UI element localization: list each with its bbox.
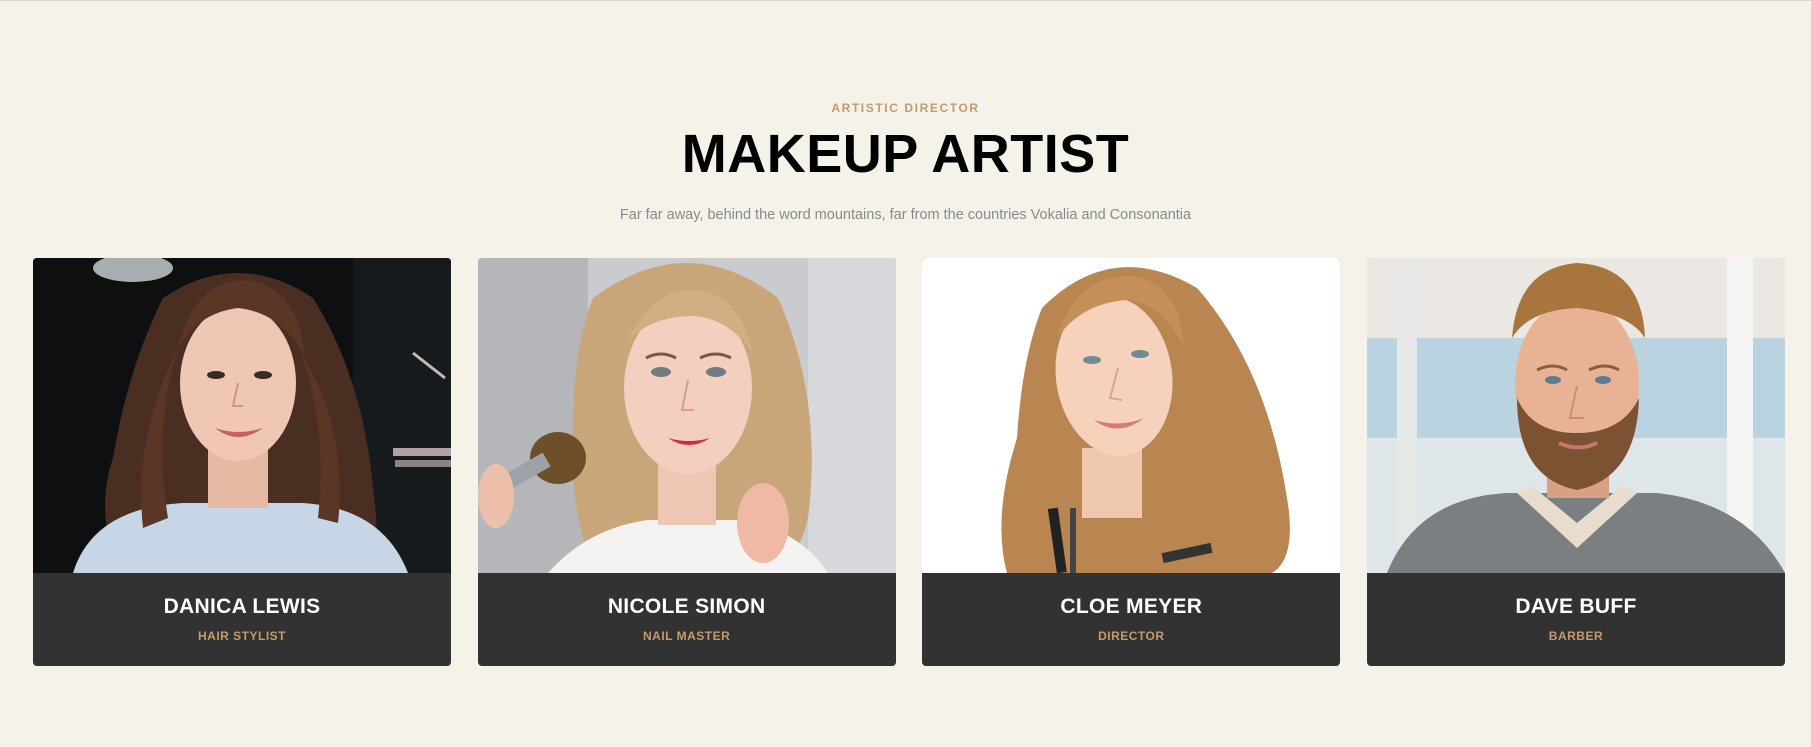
team-info: CLOE MEYER DIRECTOR [922,573,1340,666]
team-member-role: DIRECTOR [1098,629,1165,643]
team-member-role: NAIL MASTER [643,629,731,643]
section-subheading: ARTISTIC DIRECTOR [831,101,980,115]
team-card-danica-lewis[interactable]: DANICA LEWIS HAIR STYLIST [33,258,451,666]
team-member-name[interactable]: DANICA LEWIS [33,595,451,619]
team-member-name[interactable]: DAVE BUFF [1367,595,1785,619]
section-title: MAKEUP ARTIST [681,124,1130,184]
team-card-cloe-meyer[interactable]: CLOE MEYER DIRECTOR [922,258,1341,666]
team-photo[interactable] [477,258,896,573]
team-info: DANICA LEWIS HAIR STYLIST [33,573,451,666]
team-info: NICOLE SIMON NAIL MASTER [478,573,896,666]
team-photo[interactable] [33,258,451,573]
team-member-role: HAIR STYLIST [197,629,286,643]
team-member-role: BARBER [1548,629,1604,643]
team-info: DAVE BUFF BARBER [1367,573,1785,666]
team-photo[interactable] [1366,258,1785,573]
team-card-dave-buff[interactable]: DAVE BUFF BARBER [1366,258,1785,666]
team-grid: DANICA LEWIS HAIR STYLIST NICOLE SIMON N… [33,258,1785,666]
team-card-nicole-simon[interactable]: NICOLE SIMON NAIL MASTER [477,258,896,666]
team-photo[interactable] [922,258,1341,573]
team-section: ARTISTIC DIRECTOR MAKEUP ARTIST Far far … [0,1,1811,747]
section-lead: Far far away, behind the word mountains,… [619,207,1192,223]
team-member-name[interactable]: CLOE MEYER [922,595,1340,619]
team-member-name[interactable]: NICOLE SIMON [478,595,896,619]
